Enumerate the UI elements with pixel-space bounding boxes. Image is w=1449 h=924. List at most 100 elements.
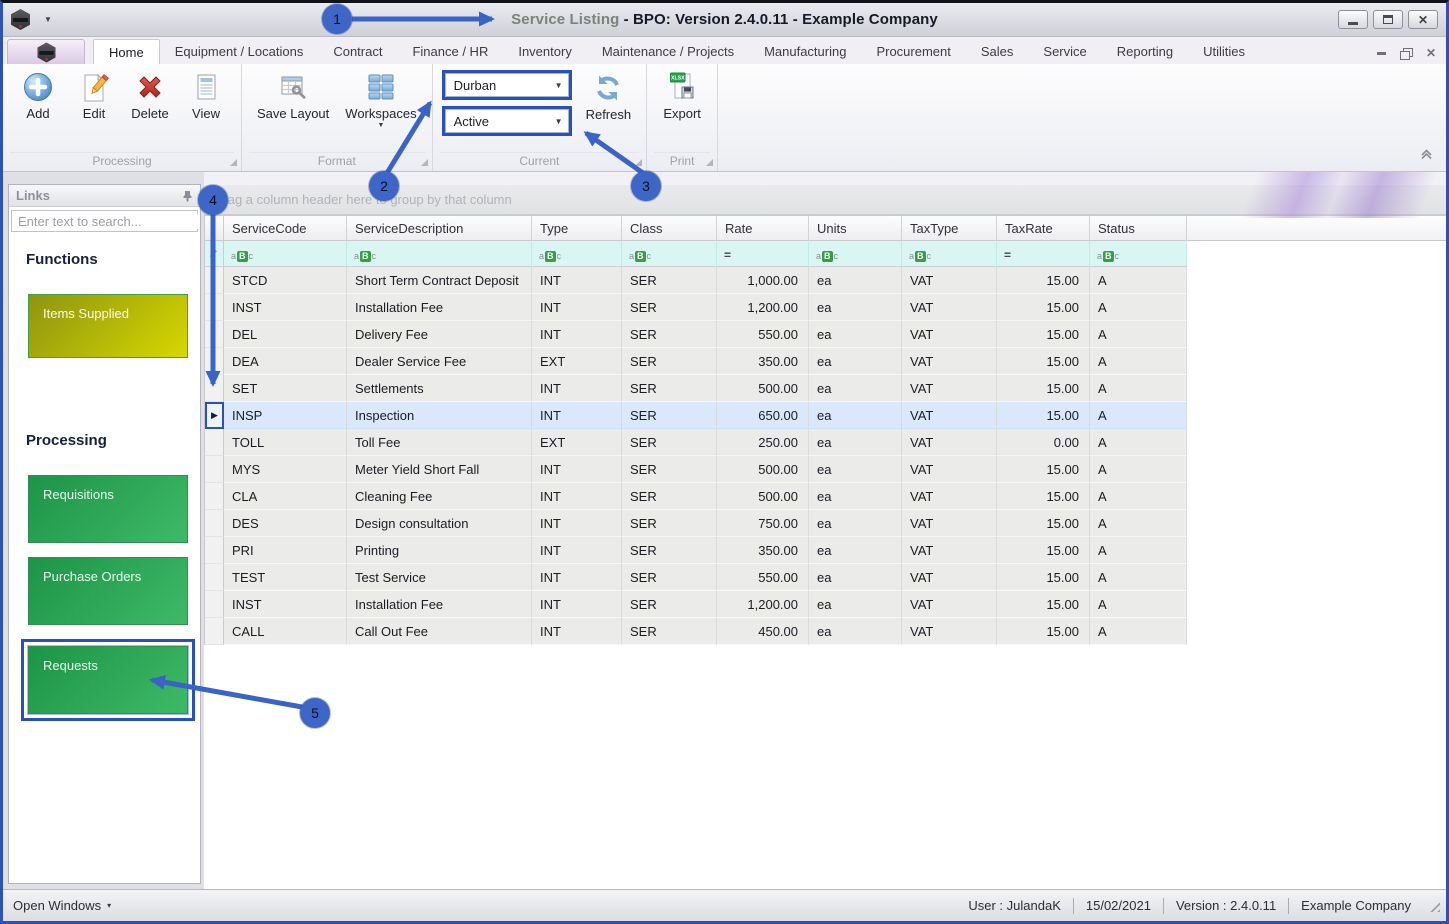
table-cell[interactable]: ea <box>809 537 902 564</box>
location-dropdown[interactable]: Durban ▼ <box>445 73 569 97</box>
table-cell[interactable]: 550.00 <box>717 564 809 591</box>
column-header-rate[interactable]: Rate <box>717 215 809 241</box>
table-cell[interactable]: SER <box>622 537 717 564</box>
table-cell[interactable]: VAT <box>902 321 997 348</box>
dialog-launcher-icon[interactable] <box>421 159 428 166</box>
table-cell[interactable]: TOLL <box>224 429 347 456</box>
table-cell[interactable]: SER <box>622 564 717 591</box>
tab-service[interactable]: Service <box>1028 39 1101 64</box>
close-button[interactable]: ✕ <box>1408 10 1438 29</box>
table-cell[interactable]: 500.00 <box>717 456 809 483</box>
table-cell[interactable]: 350.00 <box>717 348 809 375</box>
table-cell[interactable]: SER <box>622 618 717 645</box>
table-cell[interactable]: 15.00 <box>997 348 1090 375</box>
table-cell[interactable]: Design consultation <box>347 510 532 537</box>
table-cell[interactable]: SER <box>622 591 717 618</box>
tab-reporting[interactable]: Reporting <box>1102 39 1188 64</box>
filter-cell-taxrate[interactable]: = <box>997 241 1090 267</box>
table-cell[interactable]: ea <box>809 294 902 321</box>
row-indicator[interactable] <box>205 510 224 537</box>
column-header-units[interactable]: Units <box>809 215 902 241</box>
table-cell[interactable]: 15.00 <box>997 618 1090 645</box>
tab-utilities[interactable]: Utilities <box>1188 39 1260 64</box>
tab-procurement[interactable]: Procurement <box>861 39 965 64</box>
table-cell[interactable]: A <box>1090 483 1187 510</box>
column-header-servicedescription[interactable]: ServiceDescription <box>347 215 532 241</box>
table-cell[interactable]: 0.00 <box>997 429 1090 456</box>
minimize-button[interactable] <box>1338 10 1368 29</box>
tab-manufacturing[interactable]: Manufacturing <box>749 39 861 64</box>
table-row[interactable]: CALLCall Out FeeINTSER450.00eaVAT15.00A <box>204 618 1446 645</box>
table-cell[interactable]: SET <box>224 375 347 402</box>
row-indicator[interactable] <box>205 591 224 618</box>
table-cell[interactable]: VAT <box>902 618 997 645</box>
delete-button[interactable]: Delete <box>124 69 176 123</box>
table-cell[interactable]: DEL <box>224 321 347 348</box>
add-button[interactable]: Add <box>12 69 64 123</box>
table-cell[interactable]: A <box>1090 402 1187 429</box>
table-cell[interactable]: DES <box>224 510 347 537</box>
table-cell[interactable]: A <box>1090 564 1187 591</box>
table-cell[interactable]: VAT <box>902 267 997 294</box>
table-cell[interactable]: Test Service <box>347 564 532 591</box>
table-cell[interactable]: SER <box>622 321 717 348</box>
table-cell[interactable]: VAT <box>902 591 997 618</box>
app-logo-icon[interactable] <box>11 9 30 30</box>
row-indicator[interactable] <box>205 564 224 591</box>
chevron-down-icon[interactable]: ▼ <box>550 110 568 132</box>
table-cell[interactable]: INT <box>532 267 622 294</box>
table-cell[interactable]: INT <box>532 321 622 348</box>
table-cell[interactable]: A <box>1090 537 1187 564</box>
table-cell[interactable]: DEA <box>224 348 347 375</box>
table-cell[interactable]: A <box>1090 591 1187 618</box>
table-cell[interactable]: A <box>1090 267 1187 294</box>
tab-finance-hr[interactable]: Finance / HR <box>397 39 503 64</box>
chevron-down-icon[interactable]: ▼ <box>550 74 568 96</box>
table-cell[interactable]: VAT <box>902 429 997 456</box>
column-header-taxrate[interactable]: TaxRate <box>997 215 1090 241</box>
table-cell[interactable]: INST <box>224 591 347 618</box>
table-cell[interactable]: 15.00 <box>997 564 1090 591</box>
table-cell[interactable]: INT <box>532 456 622 483</box>
table-cell[interactable]: TEST <box>224 564 347 591</box>
filter-cell-servicedescription[interactable]: aBc <box>347 241 532 267</box>
table-cell[interactable]: Toll Fee <box>347 429 532 456</box>
table-cell[interactable]: Installation Fee <box>347 294 532 321</box>
table-cell[interactable]: ea <box>809 321 902 348</box>
row-indicator[interactable] <box>205 321 224 348</box>
maximize-button[interactable] <box>1373 10 1403 29</box>
column-header-class[interactable]: Class <box>622 215 717 241</box>
table-cell[interactable]: SER <box>622 375 717 402</box>
table-cell[interactable]: 450.00 <box>717 618 809 645</box>
table-cell[interactable]: ea <box>809 591 902 618</box>
table-cell[interactable]: SER <box>622 510 717 537</box>
sidebar-button-purchase-orders[interactable]: Purchase Orders <box>28 557 188 625</box>
sidebar-button-requisitions[interactable]: Requisitions <box>28 475 188 543</box>
table-row[interactable]: TOLLToll FeeEXTSER250.00eaVAT0.00A <box>204 429 1446 456</box>
pin-icon[interactable] <box>182 190 193 202</box>
table-row[interactable]: DESDesign consultationINTSER750.00eaVAT1… <box>204 510 1446 537</box>
table-cell[interactable]: A <box>1090 375 1187 402</box>
table-cell[interactable]: SER <box>622 429 717 456</box>
table-row[interactable]: STCDShort Term Contract DepositINTSER1,0… <box>204 267 1446 294</box>
filter-cell-taxtype[interactable]: aBc <box>902 241 997 267</box>
table-cell[interactable]: VAT <box>902 483 997 510</box>
table-row[interactable]: DELDelivery FeeINTSER550.00eaVAT15.00A <box>204 321 1446 348</box>
tab-inventory[interactable]: Inventory <box>503 39 586 64</box>
row-indicator[interactable]: ▶ <box>205 402 224 429</box>
row-indicator[interactable] <box>205 456 224 483</box>
table-cell[interactable]: 15.00 <box>997 456 1090 483</box>
table-cell[interactable]: INT <box>532 537 622 564</box>
table-cell[interactable]: ea <box>809 375 902 402</box>
table-row[interactable]: MYSMeter Yield Short FallINTSER500.00eaV… <box>204 456 1446 483</box>
table-row[interactable]: DEADealer Service FeeEXTSER350.00eaVAT15… <box>204 348 1446 375</box>
table-cell[interactable]: Cleaning Fee <box>347 483 532 510</box>
table-cell[interactable]: 250.00 <box>717 429 809 456</box>
table-cell[interactable]: SER <box>622 483 717 510</box>
table-cell[interactable]: A <box>1090 618 1187 645</box>
table-cell[interactable]: Settlements <box>347 375 532 402</box>
filter-cell-rate[interactable]: = <box>717 241 809 267</box>
open-windows-button[interactable]: Open Windows ▾ <box>13 898 111 913</box>
table-cell[interactable]: 550.00 <box>717 321 809 348</box>
table-cell[interactable]: ea <box>809 402 902 429</box>
